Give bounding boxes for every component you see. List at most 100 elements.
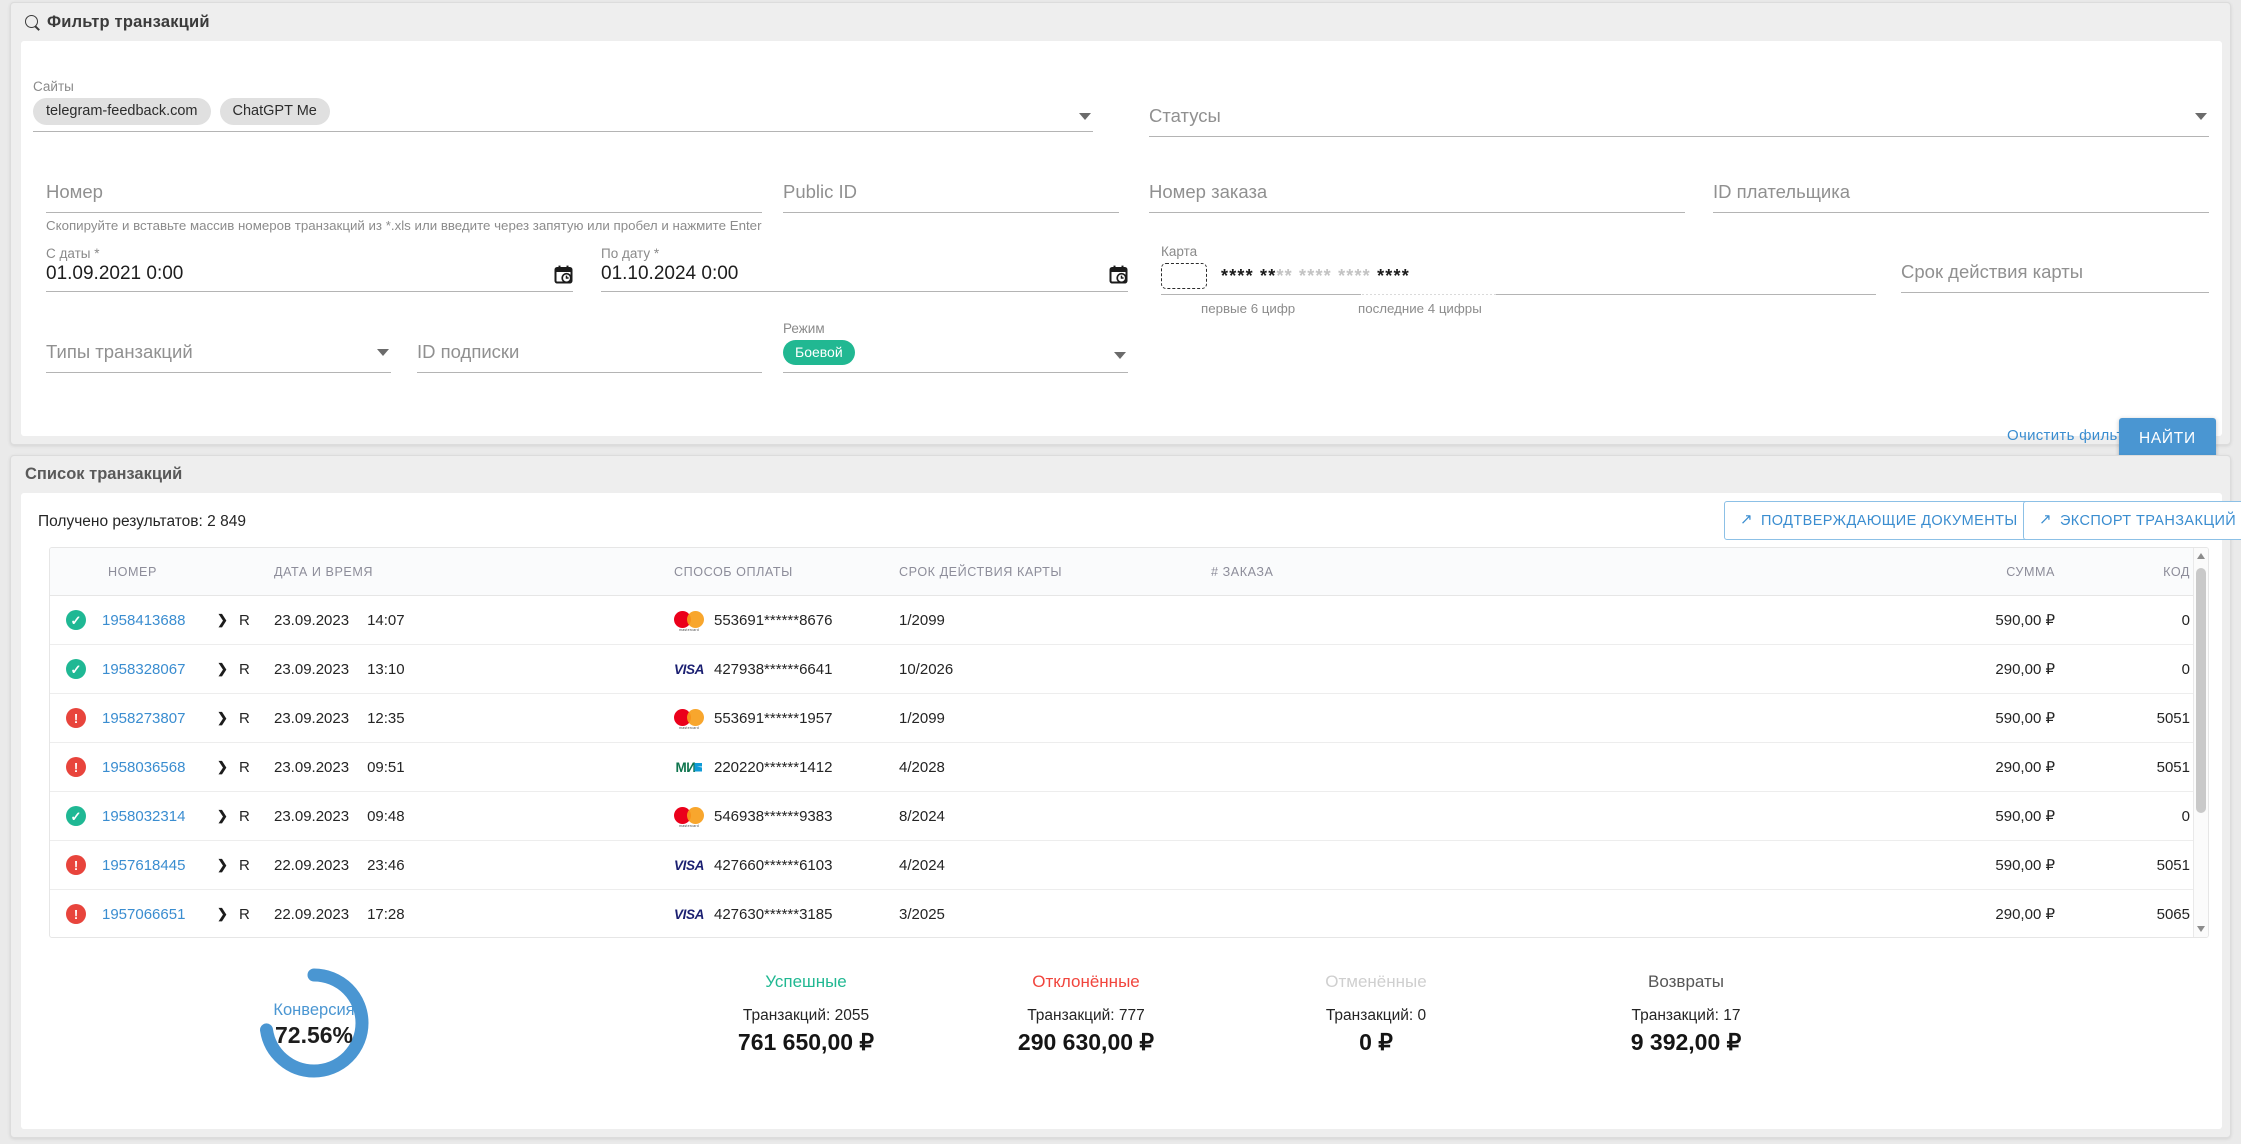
status-error-icon: ! — [66, 855, 86, 875]
row-payment: mastercard546938******9383 — [674, 806, 899, 826]
mode-field[interactable]: Режим Боевой — [783, 321, 1128, 373]
card-first6-input[interactable] — [1161, 263, 1207, 289]
row-status: ! — [50, 757, 102, 777]
row-expand-icon[interactable]: ❯ — [217, 612, 239, 628]
filter-panel: Фильтр транзакций Сайты telegram-feedbac… — [10, 2, 2231, 445]
export-transactions-button[interactable]: ↗ ЭКСПОРТ ТРАНЗАКЦИЙ — [2023, 501, 2241, 540]
mastercard-icon: mastercard — [674, 708, 704, 728]
row-amount: 290,00 ₽ — [1749, 660, 2073, 678]
row-amount: 290,00 ₽ — [1749, 758, 2073, 776]
number-placeholder: Номер — [46, 179, 762, 205]
row-number[interactable]: 1958328067 — [102, 661, 217, 678]
row-number[interactable]: 1958413688 — [102, 612, 217, 629]
table-row[interactable]: !1958036568❯R23.09.202309:51МИ220220****… — [50, 743, 2208, 792]
order-number-field[interactable]: Номер заказа — [1149, 179, 1685, 213]
site-chip[interactable]: telegram-feedback.com — [33, 98, 211, 125]
mode-chip[interactable]: Боевой — [783, 340, 855, 365]
summary-stat: ОтменённыеТранзакций: 00 ₽ — [1211, 971, 1541, 1057]
card-input-row[interactable]: **** **** **** **** **** — [1161, 262, 1876, 290]
stat-title: Возвраты — [1521, 971, 1851, 993]
table-row[interactable]: ✓1958413688❯R23.09.202314:07mastercard55… — [50, 596, 2208, 645]
row-datetime: 23.09.202309:51 — [274, 759, 674, 776]
card-field[interactable]: Карта **** **** **** **** **** первые 6 … — [1161, 244, 1876, 315]
table-row[interactable]: !1957618445❯R22.09.202323:46VISA427660**… — [50, 841, 2208, 890]
row-datetime: 23.09.202314:07 — [274, 612, 674, 629]
tx-types-field[interactable]: Типы транзакций — [46, 339, 391, 373]
table-row[interactable]: ✓1958328067❯R23.09.202313:10VISA427938**… — [50, 645, 2208, 694]
scroll-up-icon[interactable] — [2197, 553, 2205, 559]
date-from-field[interactable]: С даты * 01.09.2021 0:00 — [46, 246, 573, 292]
row-status: ✓ — [50, 659, 102, 679]
date-to-field[interactable]: По дату * 01.10.2024 0:00 — [601, 246, 1128, 292]
number-field[interactable]: Номер Скопируйте и вставьте массив номер… — [46, 179, 762, 234]
col-order: # ЗАКАЗА — [1209, 565, 1749, 579]
row-pan: 427660******6103 — [714, 857, 832, 874]
row-number[interactable]: 1958032314 — [102, 808, 217, 825]
table-row[interactable]: !1958273807❯R23.09.202312:35mastercard55… — [50, 694, 2208, 743]
card-mask: **** **** **** **** **** — [1221, 263, 1410, 289]
row-number[interactable]: 1957066651 — [102, 906, 217, 923]
col-expiry: СРОК ДЕЙСТВИЯ КАРТЫ — [899, 565, 1209, 579]
row-expand-icon[interactable]: ❯ — [217, 906, 239, 922]
sites-field[interactable]: Сайты telegram-feedback.com ChatGPT Me — [33, 79, 1093, 132]
chevron-down-icon[interactable] — [2195, 113, 2207, 120]
row-number[interactable]: 1958273807 — [102, 710, 217, 727]
row-status: ✓ — [50, 806, 102, 826]
conversion-donut: Конверсия 72.56% — [254, 963, 374, 1083]
date-to-label: По дату * — [601, 246, 1128, 261]
site-chip[interactable]: ChatGPT Me — [220, 98, 330, 125]
row-number[interactable]: 1957618445 — [102, 857, 217, 874]
row-payment: VISA427938******6641 — [674, 661, 899, 678]
chevron-down-icon[interactable] — [1114, 352, 1126, 359]
mode-label: Режим — [783, 321, 1128, 336]
chevron-down-icon[interactable] — [1079, 113, 1091, 120]
stat-transactions: Транзакций: 17 — [1521, 1005, 1851, 1027]
row-amount: 590,00 ₽ — [1749, 856, 2073, 874]
table-body: ✓1958413688❯R23.09.202314:07mastercard55… — [50, 596, 2208, 938]
date-from-label: С даты * — [46, 246, 573, 261]
search-button[interactable]: НАЙТИ — [2119, 418, 2216, 460]
sub-id-field[interactable]: ID подписки — [417, 339, 762, 373]
status-success-icon: ✓ — [66, 610, 86, 630]
row-payment: VISA427660******6103 — [674, 857, 899, 874]
status-success-icon: ✓ — [66, 806, 86, 826]
row-expand-icon[interactable]: ❯ — [217, 710, 239, 726]
calendar-icon[interactable] — [1109, 265, 1128, 284]
statuses-field[interactable]: Статусы — [1149, 103, 2209, 137]
row-expand-icon[interactable]: ❯ — [217, 661, 239, 677]
card-hints: первые 6 цифр последние 4 цифры — [1161, 295, 1876, 315]
row-code: 5051 — [2073, 857, 2208, 874]
status-error-icon: ! — [66, 708, 86, 728]
row-card-expiry: 8/2024 — [899, 808, 1209, 825]
row-pan: 427630******3185 — [714, 906, 832, 923]
row-code: 0 — [2073, 808, 2208, 825]
col-number: НОМЕР — [102, 565, 217, 579]
summary-bar: Конверсия 72.56% УспешныеТранзакций: 205… — [21, 953, 2222, 1129]
clear-filter-button[interactable]: Очистить фильтр — [2007, 427, 2132, 444]
table-scrollbar[interactable] — [2193, 548, 2208, 937]
calendar-icon[interactable] — [554, 265, 573, 284]
card-expiry-field[interactable]: Срок действия карты — [1901, 259, 2209, 293]
row-number[interactable]: 1958036568 — [102, 759, 217, 776]
stat-amount: 9 392,00 ₽ — [1521, 1027, 1851, 1057]
row-card-expiry: 4/2024 — [899, 857, 1209, 874]
table-row[interactable]: ✓1958032314❯R23.09.202309:48mastercard54… — [50, 792, 2208, 841]
row-expand-icon[interactable]: ❯ — [217, 808, 239, 824]
payer-id-field[interactable]: ID плательщика — [1713, 179, 2209, 213]
row-datetime: 23.09.202309:48 — [274, 808, 674, 825]
chevron-down-icon[interactable] — [377, 349, 389, 356]
row-status: ! — [50, 855, 102, 875]
table-row[interactable]: !1957066651❯R22.09.202317:28VISA427630**… — [50, 890, 2208, 938]
row-card-expiry: 1/2099 — [899, 612, 1209, 629]
scroll-down-icon[interactable] — [2197, 926, 2205, 932]
row-pan: 427938******6641 — [714, 661, 832, 678]
row-recurrent-flag: R — [239, 759, 274, 776]
filter-panel-header: Фильтр транзакций — [11, 3, 2230, 41]
results-panel: Список транзакций Получено результатов: … — [10, 455, 2231, 1138]
public-id-field[interactable]: Public ID — [783, 179, 1119, 213]
row-expand-icon[interactable]: ❯ — [217, 857, 239, 873]
supporting-documents-button[interactable]: ↗ ПОДТВЕРЖДАЮЩИЕ ДОКУМЕНТЫ — [1724, 501, 2034, 540]
scrollbar-thumb[interactable] — [2196, 568, 2206, 813]
arrow-up-right-icon: ↗ — [2039, 512, 2052, 527]
row-expand-icon[interactable]: ❯ — [217, 759, 239, 775]
